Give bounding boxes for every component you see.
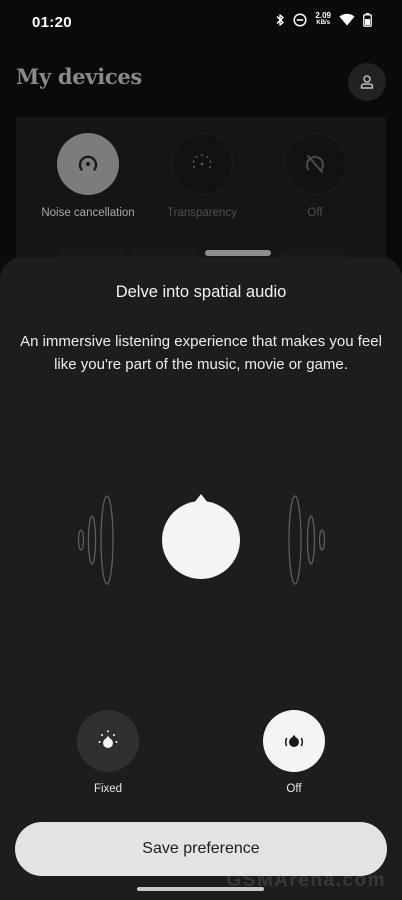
net-speed-unit: KB/s [316,20,331,26]
net-speed-value: 2.09 [315,11,331,20]
net-speed: 2.09 KB/s [315,12,331,27]
status-time: 01:20 [32,14,72,31]
option-label: Off [286,783,302,795]
wifi-icon [339,13,355,26]
mode-circle [284,133,346,195]
noise-cancellation-icon [78,155,98,171]
mode-transparency[interactable]: Transparency [137,133,267,219]
sheet-title: Delve into spatial audio [115,283,287,301]
mode-off[interactable]: Off [250,133,380,219]
status-bar: 01:20 2.09 KB/s [0,0,402,46]
sheet-description: An immersive listening experience that m… [20,333,382,373]
left-sound-waves-icon [77,495,114,585]
mode-circle [171,133,233,195]
home-indicator[interactable] [137,887,264,891]
spatial-audio-head-icon [162,494,240,579]
option-circle [263,710,325,772]
mode-label: Noise cancellation [41,207,135,219]
spatial-audio-illustration [77,494,326,585]
option-label: Fixed [93,783,123,795]
anc-off-icon [306,155,324,173]
mode-noise-cancellation[interactable]: Noise cancellation [23,133,153,219]
option-circle [77,710,139,772]
mode-label: Transparency [167,207,237,219]
status-icons: 2.09 KB/s [275,12,372,27]
person-icon [360,75,374,89]
save-preference-button[interactable]: Save preference [15,822,387,876]
option-off[interactable]: Off [244,710,344,795]
sheet-drag-handle[interactable] [205,250,271,256]
profile-button[interactable] [348,63,386,101]
battery-icon [363,12,372,27]
transparency-icon [192,154,212,168]
option-fixed[interactable]: Fixed [58,710,158,795]
mode-circle [57,133,119,195]
noise-control-panel: Noise cancellation Transparency Off [16,117,386,267]
dnd-icon [293,12,307,27]
fixed-spatial-icon [98,730,118,748]
spatial-off-icon [284,734,304,747]
bluetooth-icon [276,13,285,26]
mode-label: Off [307,207,323,219]
right-sound-waves-icon [288,495,326,585]
page-title: My devices [16,64,142,89]
